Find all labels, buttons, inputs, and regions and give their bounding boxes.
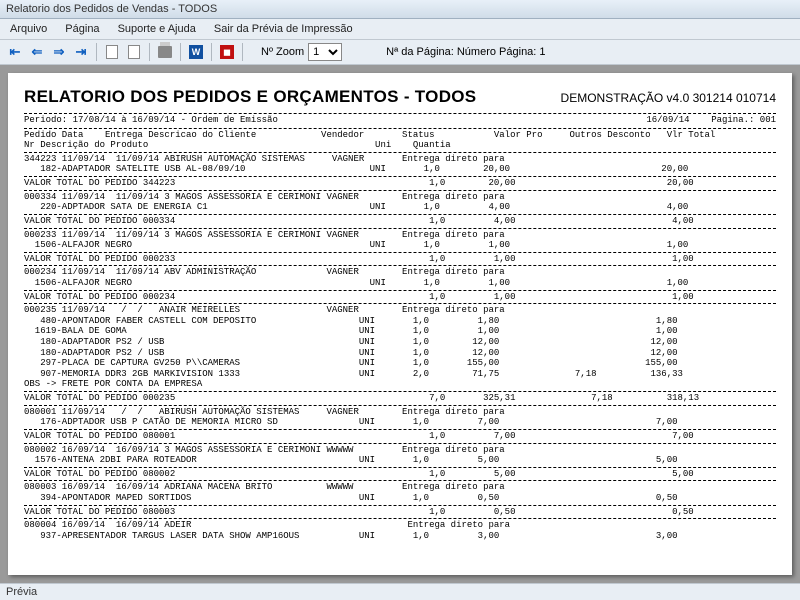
separator <box>242 43 243 61</box>
multi-page-icon[interactable] <box>125 43 143 61</box>
order-item: 182-ADAPTADOR SATELITE USB AL-08/09/10 U… <box>24 164 776 175</box>
menu-sair[interactable]: Sair da Prévia de Impressão <box>208 21 359 37</box>
order-item: 297-PLACA DE CAPTURA GV250 P\\CAMERAS UN… <box>24 358 776 369</box>
preview-area[interactable]: RELATORIO DOS PEDIDOS E ORÇAMENTOS - TOD… <box>0 65 800 583</box>
window-title: Relatorio dos Pedidos de Vendas - TODOS <box>6 3 217 15</box>
report-date: 16/09/14 <box>646 115 689 125</box>
order-head: 080003 16/09/14 16/09/14 ADRIANA MACENA … <box>24 482 776 493</box>
order-total: VALOR TOTAL DO PEDIDO 080002 1,0 5,00 5,… <box>24 469 776 480</box>
report-pagina: Pagina.: 001 <box>711 115 776 125</box>
separator <box>96 43 97 61</box>
order-head: 080002 16/09/14 16/09/14 3 MAGOS ASSESSO… <box>24 445 776 456</box>
header-row-2: Nr Descrição do Produto Uni Quantia <box>24 140 776 151</box>
order-item: 480-APONTADOR FABER CASTELL COM DEPOSITO… <box>24 316 776 327</box>
printer-icon[interactable] <box>156 43 174 61</box>
order-total: VALOR TOTAL DO PEDIDO 080003 1,0 0,50 0,… <box>24 507 776 518</box>
order-item: 180-ADAPTADOR PS2 / USB UNI 1,0 12,00 12… <box>24 348 776 359</box>
first-page-icon[interactable]: ⇤ <box>6 43 24 61</box>
status-text: Prévia <box>6 586 37 598</box>
order-item: 937-APRESENTADOR TARGUS LASER DATA SHOW … <box>24 531 776 542</box>
order-total: VALOR TOTAL DO PEDIDO 344223 1,0 20,00 2… <box>24 178 776 189</box>
separator <box>149 43 150 61</box>
order-head: 344223 11/09/14 11/09/14 ABIRUSH AUTOMAÇ… <box>24 154 776 165</box>
order-head: 000234 11/09/14 11/09/14 ABV ADMINISTRAÇ… <box>24 267 776 278</box>
order-item: 1506-ALFAJOR NEGRO UNI 1,0 1,00 1,00 <box>24 278 776 289</box>
menu-pagina[interactable]: Página <box>59 21 105 37</box>
prev-page-icon[interactable]: ⇐ <box>28 43 46 61</box>
order-total: VALOR TOTAL DO PEDIDO 000334 1,0 4,00 4,… <box>24 216 776 227</box>
order-item: 180-ADAPTADOR PS2 / USB UNI 1,0 12,00 12… <box>24 337 776 348</box>
order-head: 000235 11/09/14 / / ANAIR MEIRELLES VAGN… <box>24 305 776 316</box>
demo-text: DEMONSTRAÇÃO v4.0 301214 010714 <box>561 91 776 105</box>
order-total: VALOR TOTAL DO PEDIDO 000233 1,0 1,00 1,… <box>24 254 776 265</box>
report-title: RELATORIO DOS PEDIDOS E ORÇAMENTOS - TOD… <box>24 87 476 107</box>
order-head: 080001 11/09/14 / / ABIRUSH AUTOMAÇÃO SI… <box>24 407 776 418</box>
next-page-icon[interactable]: ⇒ <box>50 43 68 61</box>
menu-suporte[interactable]: Suporte e Ajuda <box>112 21 202 37</box>
separator <box>180 43 181 61</box>
toolbar: ⇤ ⇐ ⇒ ⇥ W ◼ Nº Zoom 1 Nª da Página: Núme… <box>0 40 800 65</box>
report-page: RELATORIO DOS PEDIDOS E ORÇAMENTOS - TOD… <box>8 73 792 575</box>
order-item: 394-APONTADOR MAPED SORTIDOS UNI 1,0 0,5… <box>24 493 776 504</box>
titlebar: Relatorio dos Pedidos de Vendas - TODOS <box>0 0 800 19</box>
statusbar: Prévia <box>0 583 800 600</box>
single-page-icon[interactable] <box>103 43 121 61</box>
orders-container: 344223 11/09/14 11/09/14 ABIRUSH AUTOMAÇ… <box>24 154 776 542</box>
order-item: 907-MEMORIA DDR3 2GB MARKIVISION 1333 UN… <box>24 369 776 380</box>
order-head: 000334 11/09/14 11/09/14 3 MAGOS ASSESSO… <box>24 192 776 203</box>
order-obs: OBS -> FRETE POR CONTA DA EMPRESA <box>24 379 776 390</box>
order-item: 1619-BALA DE GOMA UNI 1,0 1,00 1,00 <box>24 326 776 337</box>
header-row-1: Pedido Data Entrega Descricao do Cliente… <box>24 130 776 141</box>
last-page-icon[interactable]: ⇥ <box>72 43 90 61</box>
period-text: Periodo: 17/08/14 à 16/09/14 - Ordem de … <box>24 115 278 126</box>
order-head: 000233 11/09/14 11/09/14 3 MAGOS ASSESSO… <box>24 230 776 241</box>
order-total: VALOR TOTAL DO PEDIDO 000235 7,0 325,31 … <box>24 393 776 404</box>
order-total: VALOR TOTAL DO PEDIDO 080001 1,0 7,00 7,… <box>24 431 776 442</box>
separator <box>211 43 212 61</box>
order-item: 1506-ALFAJOR NEGRO UNI 1,0 1,00 1,00 <box>24 240 776 251</box>
order-head: 080004 16/09/14 16/09/14 ADEIR Entrega d… <box>24 520 776 531</box>
order-item: 176-ADPTADOR USB P CATÃO DE MEMORIA MICR… <box>24 417 776 428</box>
order-item: 1576-ANTENA 2DBI PARA ROTEADOR UNI 1,0 5… <box>24 455 776 466</box>
menubar: Arquivo Página Suporte e Ajuda Sair da P… <box>0 19 800 40</box>
menu-arquivo[interactable]: Arquivo <box>4 21 53 37</box>
zoom-label: Nº Zoom <box>261 46 304 58</box>
order-total: VALOR TOTAL DO PEDIDO 000234 1,0 1,00 1,… <box>24 292 776 303</box>
page-number-label: Nª da Página: Número Página: 1 <box>386 46 545 58</box>
pdf-export-icon[interactable]: ◼ <box>218 43 236 61</box>
zoom-select[interactable]: 1 <box>308 43 342 61</box>
print-preview-window: Relatorio dos Pedidos de Vendas - TODOS … <box>0 0 800 600</box>
order-item: 220-ADPTADOR SATA DE ENERGIA C1 UNI 1,0 … <box>24 202 776 213</box>
word-export-icon[interactable]: W <box>187 43 205 61</box>
